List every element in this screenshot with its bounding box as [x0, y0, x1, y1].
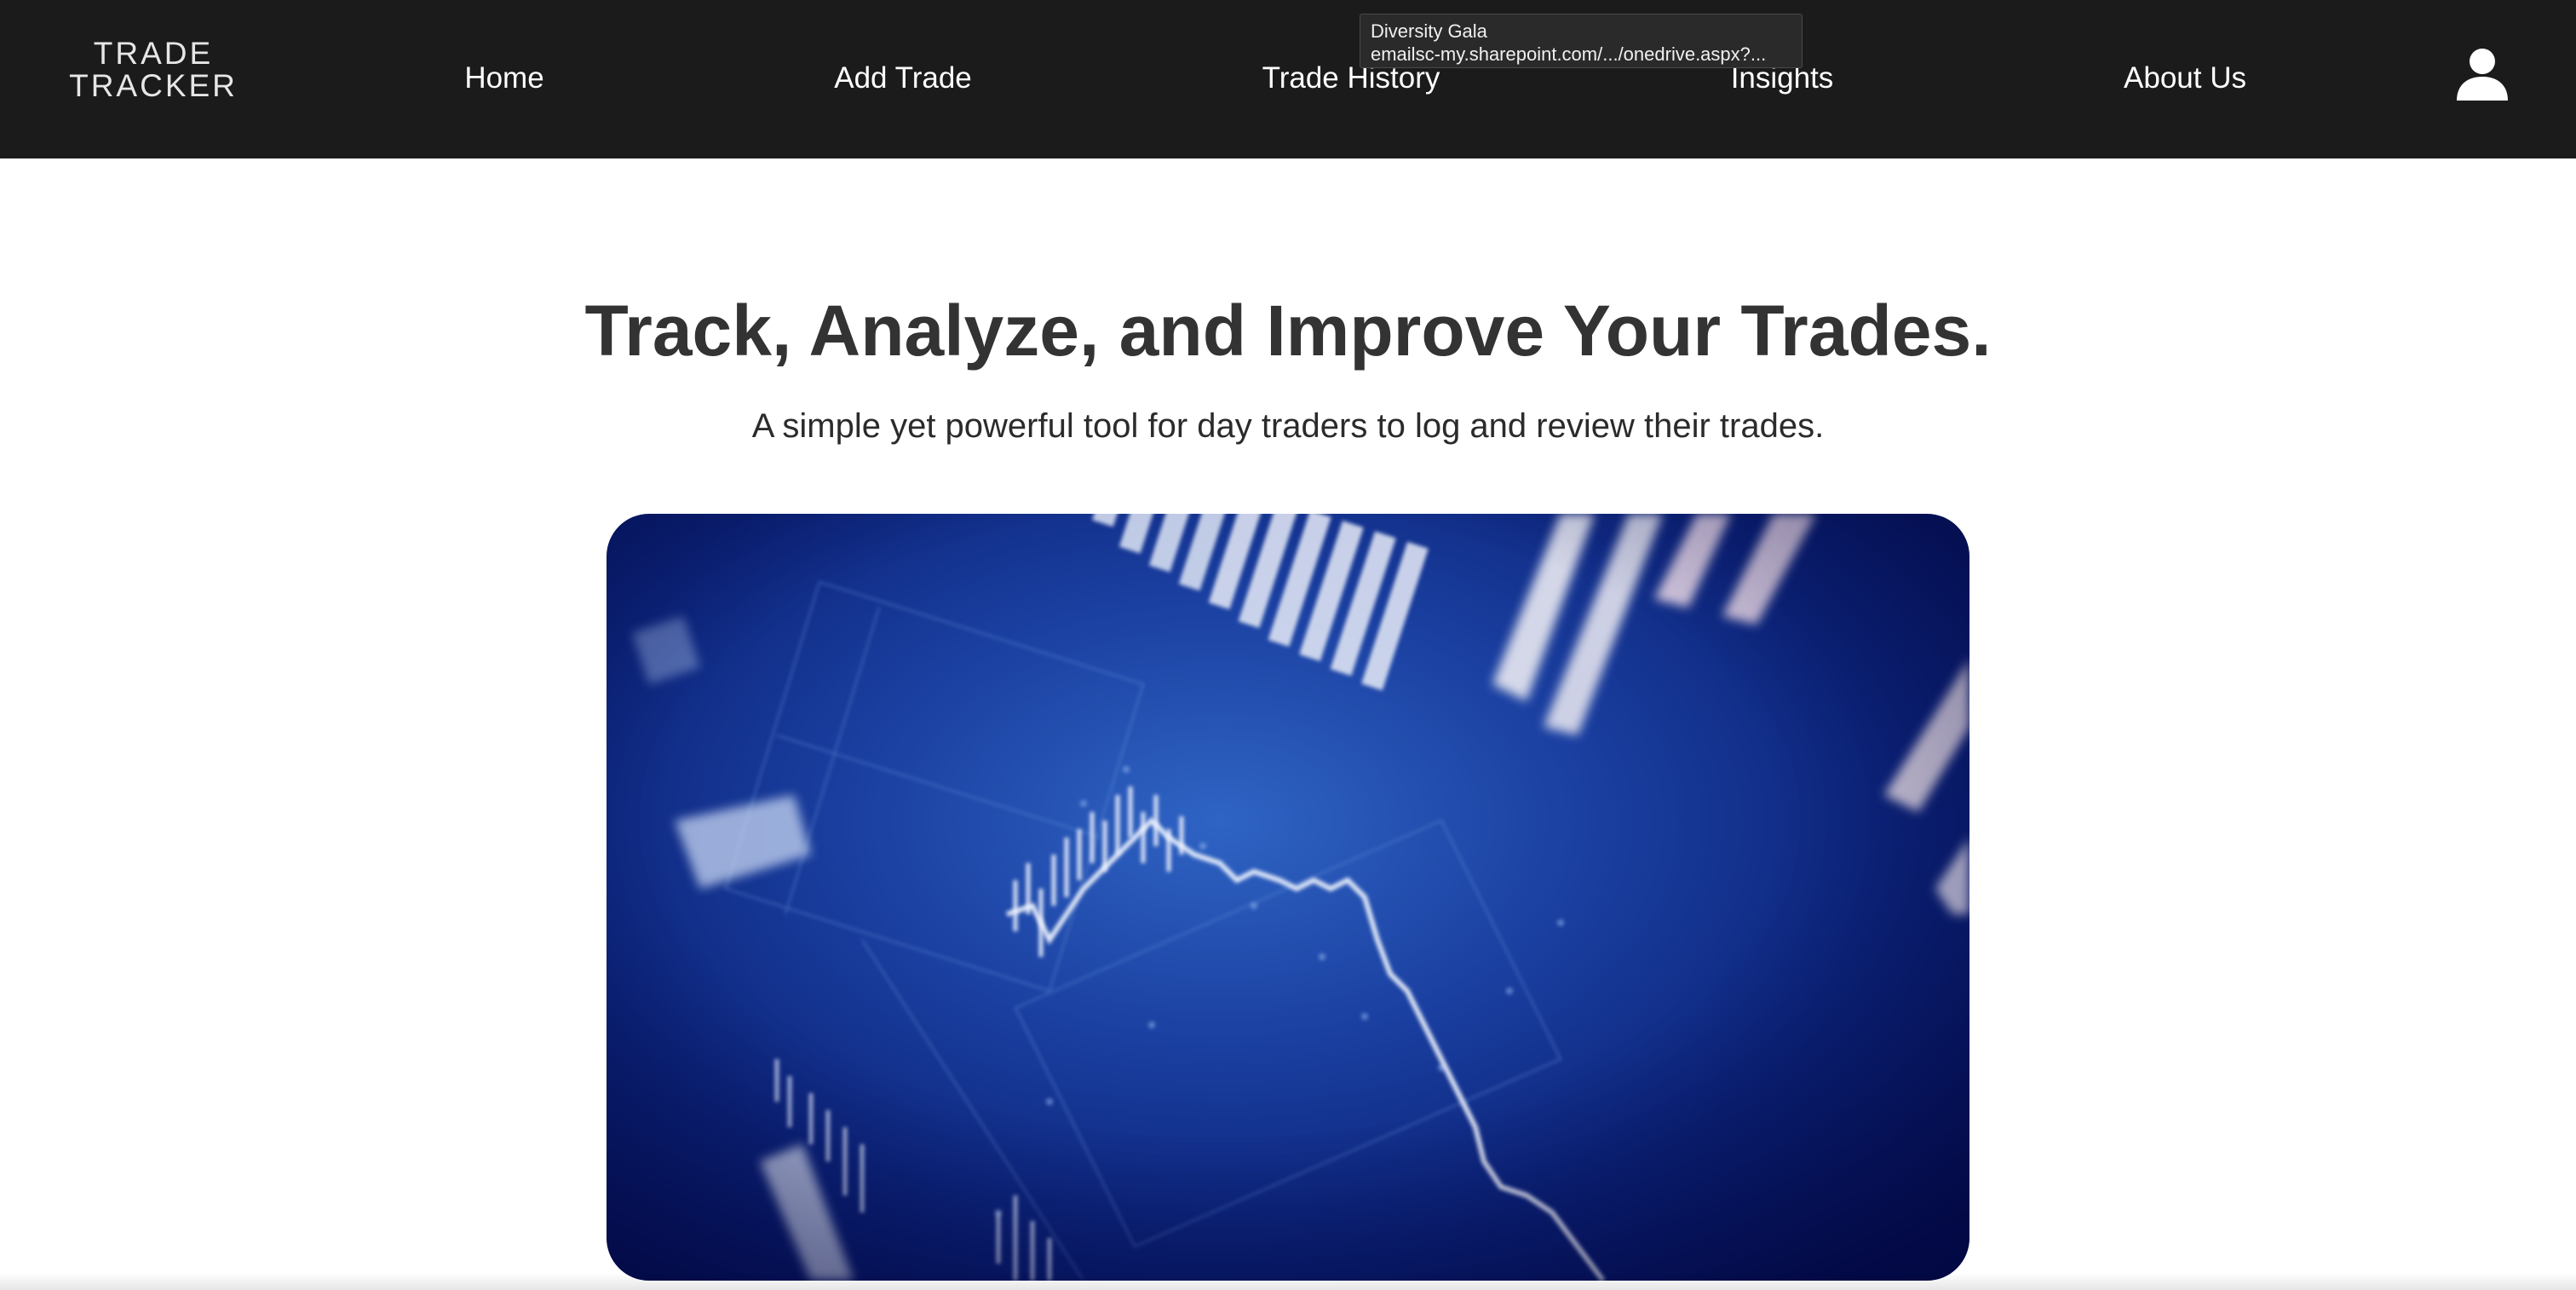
- logo-line-2: TRACKER: [69, 68, 238, 103]
- tooltip-url: emailsc-my.sharepoint.com/.../onedrive.a…: [1371, 43, 1767, 65]
- logo-line-1: TRADE: [93, 36, 214, 71]
- nav-home[interactable]: Home: [464, 60, 543, 97]
- hero-title: Track, Analyze, and Improve Your Trades.: [584, 291, 1992, 371]
- trading-chart-illustration: [607, 514, 1969, 1281]
- hero-subtitle: A simple yet powerful tool for day trade…: [751, 407, 1825, 445]
- tooltip-title: Diversity Gala: [1371, 20, 1487, 42]
- user-glyph: [2457, 49, 2508, 101]
- navbar: TRADE TRACKER Home Add Trade Trade Histo…: [0, 0, 2576, 158]
- bottom-shadow: [0, 1273, 2576, 1290]
- link-tooltip: Diversity Gala emailsc-my.sharepoint.com…: [1360, 14, 1803, 68]
- nav-add-trade[interactable]: Add Trade: [834, 60, 972, 97]
- user-icon[interactable]: [2457, 48, 2508, 101]
- hero-image: [607, 514, 1969, 1281]
- nav-about-us[interactable]: About Us: [2124, 60, 2246, 97]
- logo[interactable]: TRADE TRACKER: [68, 37, 239, 102]
